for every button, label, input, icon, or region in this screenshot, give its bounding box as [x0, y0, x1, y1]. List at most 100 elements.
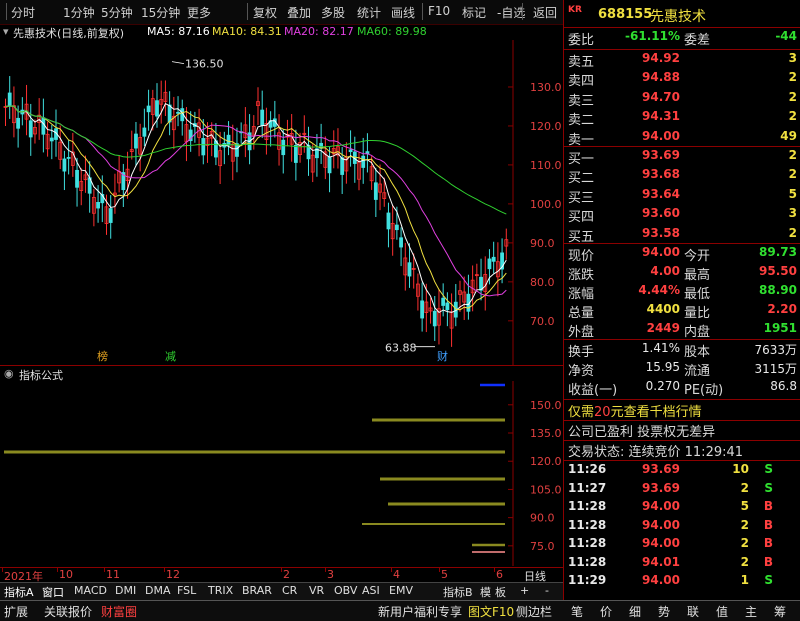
indicator-tab-8[interactable]: CR: [282, 584, 297, 597]
promo-text[interactable]: 仅需20元查看千档行情: [568, 401, 702, 420]
divider: [564, 27, 800, 28]
toolbar-5min-button[interactable]: 5分钟: [101, 4, 133, 21]
indicator-tab-3[interactable]: DMI: [115, 584, 136, 597]
book-label: 买二: [568, 171, 595, 187]
book-price: 94.31: [642, 109, 680, 124]
price-tick-label: 110.0: [530, 159, 562, 172]
indicator-tab-9[interactable]: VR: [309, 584, 324, 597]
indicator-tab-right-2[interactable]: 板: [495, 584, 506, 600]
side-tab-1[interactable]: 价: [600, 603, 612, 620]
candle-body: [146, 105, 151, 113]
kline-chart[interactable]: 130.0 120.0 110.0 100.0 90.0 80.0 70.0 136.50 63…: [0, 40, 563, 365]
indicator-header: ◉ 指标公式: [0, 365, 563, 382]
status-left-1[interactable]: 关联报价: [44, 603, 92, 620]
toolbar-diejia-button[interactable]: 叠加: [287, 4, 311, 21]
stat-label: 涨跌: [568, 268, 595, 283]
webi-label: 委比: [568, 33, 595, 48]
ma10-label: MA10: 84.31: [212, 25, 282, 38]
toolbar-fenshi-button[interactable]: 分时: [11, 4, 35, 21]
side-tab-2[interactable]: 细: [629, 603, 641, 620]
indicator-tab-4[interactable]: DMA: [145, 584, 171, 597]
indicator-tick-label: 150.0: [530, 399, 562, 412]
indicator-tab-right-1[interactable]: 模: [480, 584, 491, 600]
side-tab-6[interactable]: 主: [745, 603, 757, 620]
trade-status-text: 交易状态: 连续竞价 11:29:41: [568, 445, 744, 460]
toolbar-1min-button[interactable]: 1分钟: [63, 4, 95, 21]
tick-side: S: [764, 573, 773, 587]
reduce-badge[interactable]: 减: [165, 350, 176, 363]
weicha-label: 委差: [684, 33, 711, 48]
stat-value: 88.90: [759, 283, 797, 297]
candle-body: [176, 111, 180, 114]
indicator-tab-1[interactable]: 窗口: [42, 584, 64, 600]
side-tab-0[interactable]: 笔: [571, 603, 583, 620]
book-row: 买五 93.58 2: [564, 226, 800, 245]
tick-volume: 2: [740, 554, 749, 569]
side-tab-4[interactable]: 联: [687, 603, 699, 620]
date-tick-mark: [325, 568, 326, 572]
toolbar-back-button[interactable]: 返回: [533, 4, 557, 21]
tick-volume: 2: [740, 480, 749, 495]
side-tab-5[interactable]: 值: [716, 603, 728, 620]
side-tab-3[interactable]: 势: [658, 603, 670, 620]
finance-badge[interactable]: 财: [437, 349, 448, 363]
status-left-0[interactable]: 扩展: [4, 603, 28, 620]
toolbar-fuquan-button[interactable]: 复权: [253, 4, 277, 21]
tick-side: B: [763, 499, 773, 513]
fund-row: 净资 15.95 流通 3115万: [564, 360, 800, 379]
stat-value: 1951: [763, 321, 797, 335]
tick-row: 11:28 94.00 5 B: [564, 499, 800, 518]
divider: [564, 146, 800, 147]
toolbar-biaoji-button[interactable]: 标记: [462, 4, 486, 21]
candle-body: [445, 302, 450, 311]
indicator-tab-12[interactable]: EMV: [389, 584, 413, 597]
status-mid-1[interactable]: 图文F10: [468, 603, 514, 620]
candle-body: [327, 156, 332, 174]
promo-level2[interactable]: 仅需20元查看千档行情: [564, 401, 800, 420]
indicator-tab-2[interactable]: MACD: [74, 584, 107, 597]
candle-body: [373, 182, 378, 200]
indicator-tab-10[interactable]: OBV: [334, 584, 357, 597]
promo-suffix: 元查看千档行情: [610, 405, 702, 420]
tick-time: 11:28: [568, 554, 607, 569]
book-label: 卖五: [568, 55, 595, 70]
side-tab-7[interactable]: 筹: [774, 603, 786, 620]
toolbar-f10-button[interactable]: F10: [428, 4, 450, 18]
toolbar-duogu-button[interactable]: 多股: [321, 4, 345, 21]
book-row: 卖一 94.00 49: [564, 129, 800, 148]
indicator-tab-right-4[interactable]: -: [545, 584, 549, 597]
stat-label: 最高: [684, 268, 711, 283]
indicator-tab-11[interactable]: ASI: [362, 584, 380, 597]
indicator-tab-6[interactable]: TRIX: [208, 584, 233, 597]
indicator-tab-0[interactable]: 指标A: [4, 584, 34, 600]
status-mid-0[interactable]: 新用户福利专享: [378, 603, 462, 620]
list-badge[interactable]: 榜: [97, 349, 108, 363]
toolbar-15min-button[interactable]: 15分钟: [141, 4, 180, 21]
indicator-menu-icon[interactable]: ◉: [4, 367, 14, 380]
indicator-tab-5[interactable]: FSL: [177, 584, 196, 597]
status-left-2[interactable]: 财富圈: [101, 603, 137, 620]
candle-body: [167, 104, 172, 123]
book-volume: 3: [788, 51, 797, 65]
stat-value: 2449: [646, 321, 680, 335]
indicator-tab-right-3[interactable]: +: [520, 584, 529, 597]
toolbar-tongji-button[interactable]: 统计: [357, 4, 381, 21]
book-volume: 2: [788, 70, 797, 85]
stock-name: 先惠技术: [650, 9, 706, 25]
fund-value: 0.270: [645, 379, 680, 393]
candle-body: [214, 140, 218, 158]
toolbar-huaxian-button[interactable]: 画线: [391, 4, 415, 21]
toolbar-separator: [6, 3, 7, 20]
stat-row: 涨幅 4.44% 最低 88.90: [564, 283, 800, 302]
ma-toggle-icon[interactable]: ▾: [3, 25, 9, 38]
ma5-label: MA5: 87.16: [147, 25, 210, 38]
indicator-tab-7[interactable]: BRAR: [242, 584, 272, 597]
indicator-chart[interactable]: 150.0 135.0 120.0 105.0 90.0 75.0: [0, 381, 563, 566]
toolbar-more-button[interactable]: 更多: [187, 4, 211, 21]
toolbar-separator: [522, 3, 523, 20]
stat-label: 今开: [684, 249, 711, 264]
indicator-tab-right-0[interactable]: 指标B: [443, 584, 473, 600]
stat-value: 2.20: [767, 302, 797, 316]
book-volume: 2: [788, 109, 797, 124]
status-mid-2[interactable]: 侧边栏: [516, 603, 552, 620]
